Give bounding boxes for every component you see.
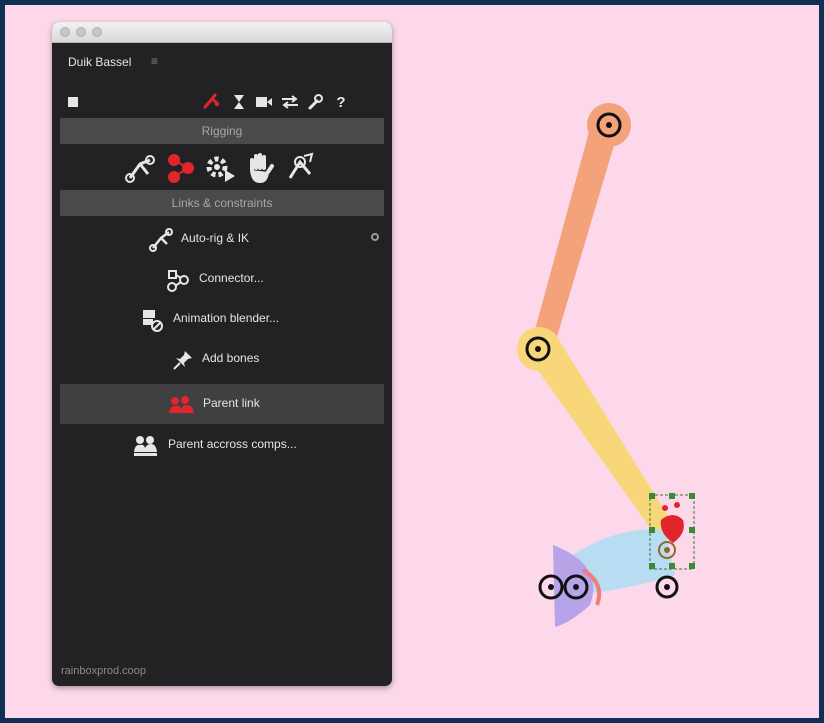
stop-icon[interactable]: [64, 92, 82, 112]
menu-item-parent-link[interactable]: Parent link: [60, 384, 384, 424]
camera-tools-icon[interactable]: [282, 150, 318, 186]
window-titlebar[interactable]: [52, 22, 392, 43]
autorig-icon: [149, 228, 173, 252]
wrench-icon[interactable]: [306, 92, 324, 112]
help-icon[interactable]: ?: [332, 92, 350, 112]
options-gear-icon[interactable]: [371, 233, 379, 241]
joint-target-toe: [655, 575, 679, 599]
automation-gear-icon[interactable]: [202, 150, 238, 186]
panel-tab-header: Duik Bassel ≡: [52, 43, 392, 71]
minimize-window-button[interactable]: [76, 27, 86, 37]
menu-item-add-bones[interactable]: Add bones: [60, 340, 384, 378]
menu-item-label: Parent accross comps...: [168, 437, 297, 451]
parent-link-icon: [168, 393, 194, 417]
hand-icon[interactable]: [242, 150, 278, 186]
panel-tab-title[interactable]: Duik Bassel: [68, 55, 131, 69]
connector-icon: [166, 268, 190, 292]
top-toolbar: ?: [52, 92, 392, 114]
menu-item-label: Auto-rig & IK: [181, 231, 250, 245]
section-header-links: Links & constraints: [60, 190, 384, 216]
bones-tool-icon[interactable]: [122, 150, 158, 186]
menu-item-animation-blender[interactable]: Animation blender...: [60, 300, 384, 338]
menu-item-label: Add bones: [202, 351, 260, 365]
rigging-icon[interactable]: [202, 92, 220, 112]
composition-canvas[interactable]: Duik Bassel ≡ ? Rigging Links & constrai…: [5, 5, 819, 718]
animation-blender-icon: [140, 308, 164, 332]
menu-item-label: Connector...: [199, 271, 264, 285]
links-constraints-icon[interactable]: [162, 150, 198, 186]
parent-across-comps-icon: [132, 434, 157, 458]
category-icons: [122, 150, 322, 186]
section-header-rigging: Rigging: [60, 118, 384, 144]
camera-icon[interactable]: [255, 92, 273, 112]
panel-menu-icon[interactable]: ≡: [151, 54, 158, 68]
panel-footer-link[interactable]: rainboxprod.coop: [61, 665, 146, 677]
menu-item-label: Parent link: [203, 396, 260, 410]
menu-item-connector[interactable]: Connector...: [60, 260, 384, 298]
pushpin-icon: [171, 348, 195, 372]
menu-item-auto-rig[interactable]: Auto-rig & IK: [60, 220, 384, 258]
menu-item-parent-across-comps[interactable]: Parent accross comps...: [60, 426, 384, 464]
duik-panel: Duik Bassel ≡ ? Rigging Links & constrai…: [52, 22, 392, 686]
hourglass-icon[interactable]: [230, 92, 248, 112]
close-window-button[interactable]: [60, 27, 70, 37]
zoom-window-button[interactable]: [92, 27, 102, 37]
menu-item-label: Animation blender...: [173, 311, 280, 325]
swap-arrows-icon[interactable]: [280, 92, 298, 112]
